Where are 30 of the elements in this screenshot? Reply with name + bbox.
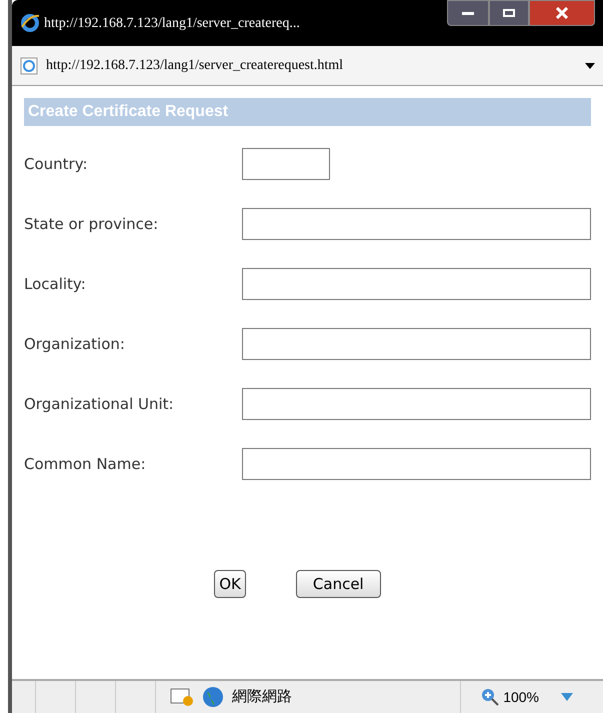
address-bar[interactable]: http://192.168.7.123/lang1/server_createrequest.html <box>12 46 603 86</box>
address-text: http://192.168.7.123/lang1/server_createrequest.html <box>46 57 344 75</box>
browser-logo-icon <box>20 13 40 33</box>
dialog-button[interactable]: OK <box>214 570 246 598</box>
text-field[interactable] <box>242 448 591 480</box>
field-label: State or province: <box>24 214 160 235</box>
globe-icon <box>202 686 224 708</box>
minimize-button[interactable] <box>447 0 489 26</box>
zoom-icon[interactable] <box>481 688 500 706</box>
text-field[interactable] <box>242 268 591 300</box>
field-label: Organizational Unit: <box>24 394 175 415</box>
zone-text: 網際網路 <box>232 686 292 707</box>
text-field[interactable] <box>242 388 591 420</box>
text-field[interactable] <box>242 328 591 360</box>
text-field[interactable] <box>242 148 330 180</box>
maximize-button[interactable] <box>489 0 529 26</box>
dialog-button[interactable]: Cancel <box>296 570 381 598</box>
field-label: Common Name: <box>24 454 147 475</box>
text-field[interactable] <box>242 208 591 240</box>
close-icon <box>556 7 568 19</box>
field-label: Locality: <box>24 274 87 295</box>
warning-page-icon[interactable] <box>170 687 194 707</box>
form-heading: Create Certificate Request <box>24 98 591 126</box>
page-icon <box>20 56 38 74</box>
field-label: Country: <box>24 154 89 175</box>
close-button[interactable] <box>529 0 595 26</box>
field-label: Organization: <box>24 334 126 355</box>
window-title: http://192.168.7.123/lang1/server_createreq... <box>44 14 300 32</box>
zoom-level[interactable]: 100% <box>503 686 539 708</box>
dropdown-caret-icon[interactable] <box>585 62 595 68</box>
